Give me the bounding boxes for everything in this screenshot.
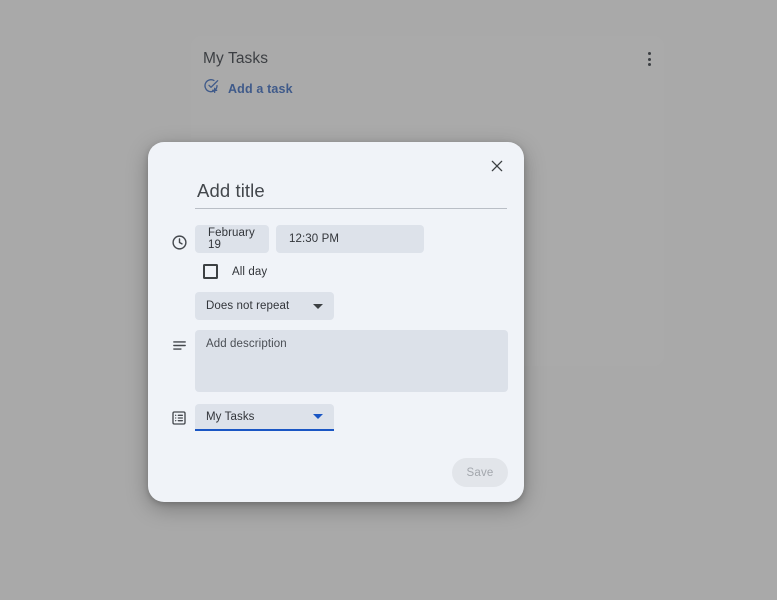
chevron-down-icon xyxy=(313,414,323,419)
add-a-task-button[interactable]: Add a task xyxy=(203,78,293,99)
more-vert-icon[interactable] xyxy=(638,48,660,70)
all-day-checkbox[interactable] xyxy=(203,264,218,279)
title-underline xyxy=(195,208,507,209)
check-circle-plus-icon xyxy=(203,78,219,99)
time-chip[interactable]: 12:30 PM xyxy=(276,225,424,253)
more-vert-dot xyxy=(647,57,651,61)
date-chip[interactable]: February 19 xyxy=(195,225,269,253)
add-task-dialog xyxy=(148,142,524,502)
close-icon[interactable] xyxy=(482,151,512,181)
clock-icon xyxy=(169,232,189,252)
all-day-label: All day xyxy=(232,265,268,278)
notes-icon xyxy=(169,335,189,355)
repeat-select[interactable]: Does not repeat xyxy=(195,292,334,320)
title-input[interactable] xyxy=(195,180,507,208)
title-field xyxy=(195,180,507,209)
more-vert-dot xyxy=(647,63,651,66)
description-input[interactable] xyxy=(195,330,508,392)
more-vert-dot xyxy=(647,52,651,55)
tasks-card-title: My Tasks xyxy=(203,50,269,67)
task-list-select[interactable]: My Tasks xyxy=(195,404,334,431)
task-list-selected-value: My Tasks xyxy=(206,410,255,423)
chevron-down-icon xyxy=(313,303,323,309)
task-list-icon xyxy=(169,408,189,428)
add-a-task-label: Add a task xyxy=(228,81,293,96)
save-button[interactable]: Save xyxy=(452,458,508,487)
all-day-checkbox-row[interactable]: All day xyxy=(203,264,267,279)
repeat-selected-value: Does not repeat xyxy=(206,300,290,312)
